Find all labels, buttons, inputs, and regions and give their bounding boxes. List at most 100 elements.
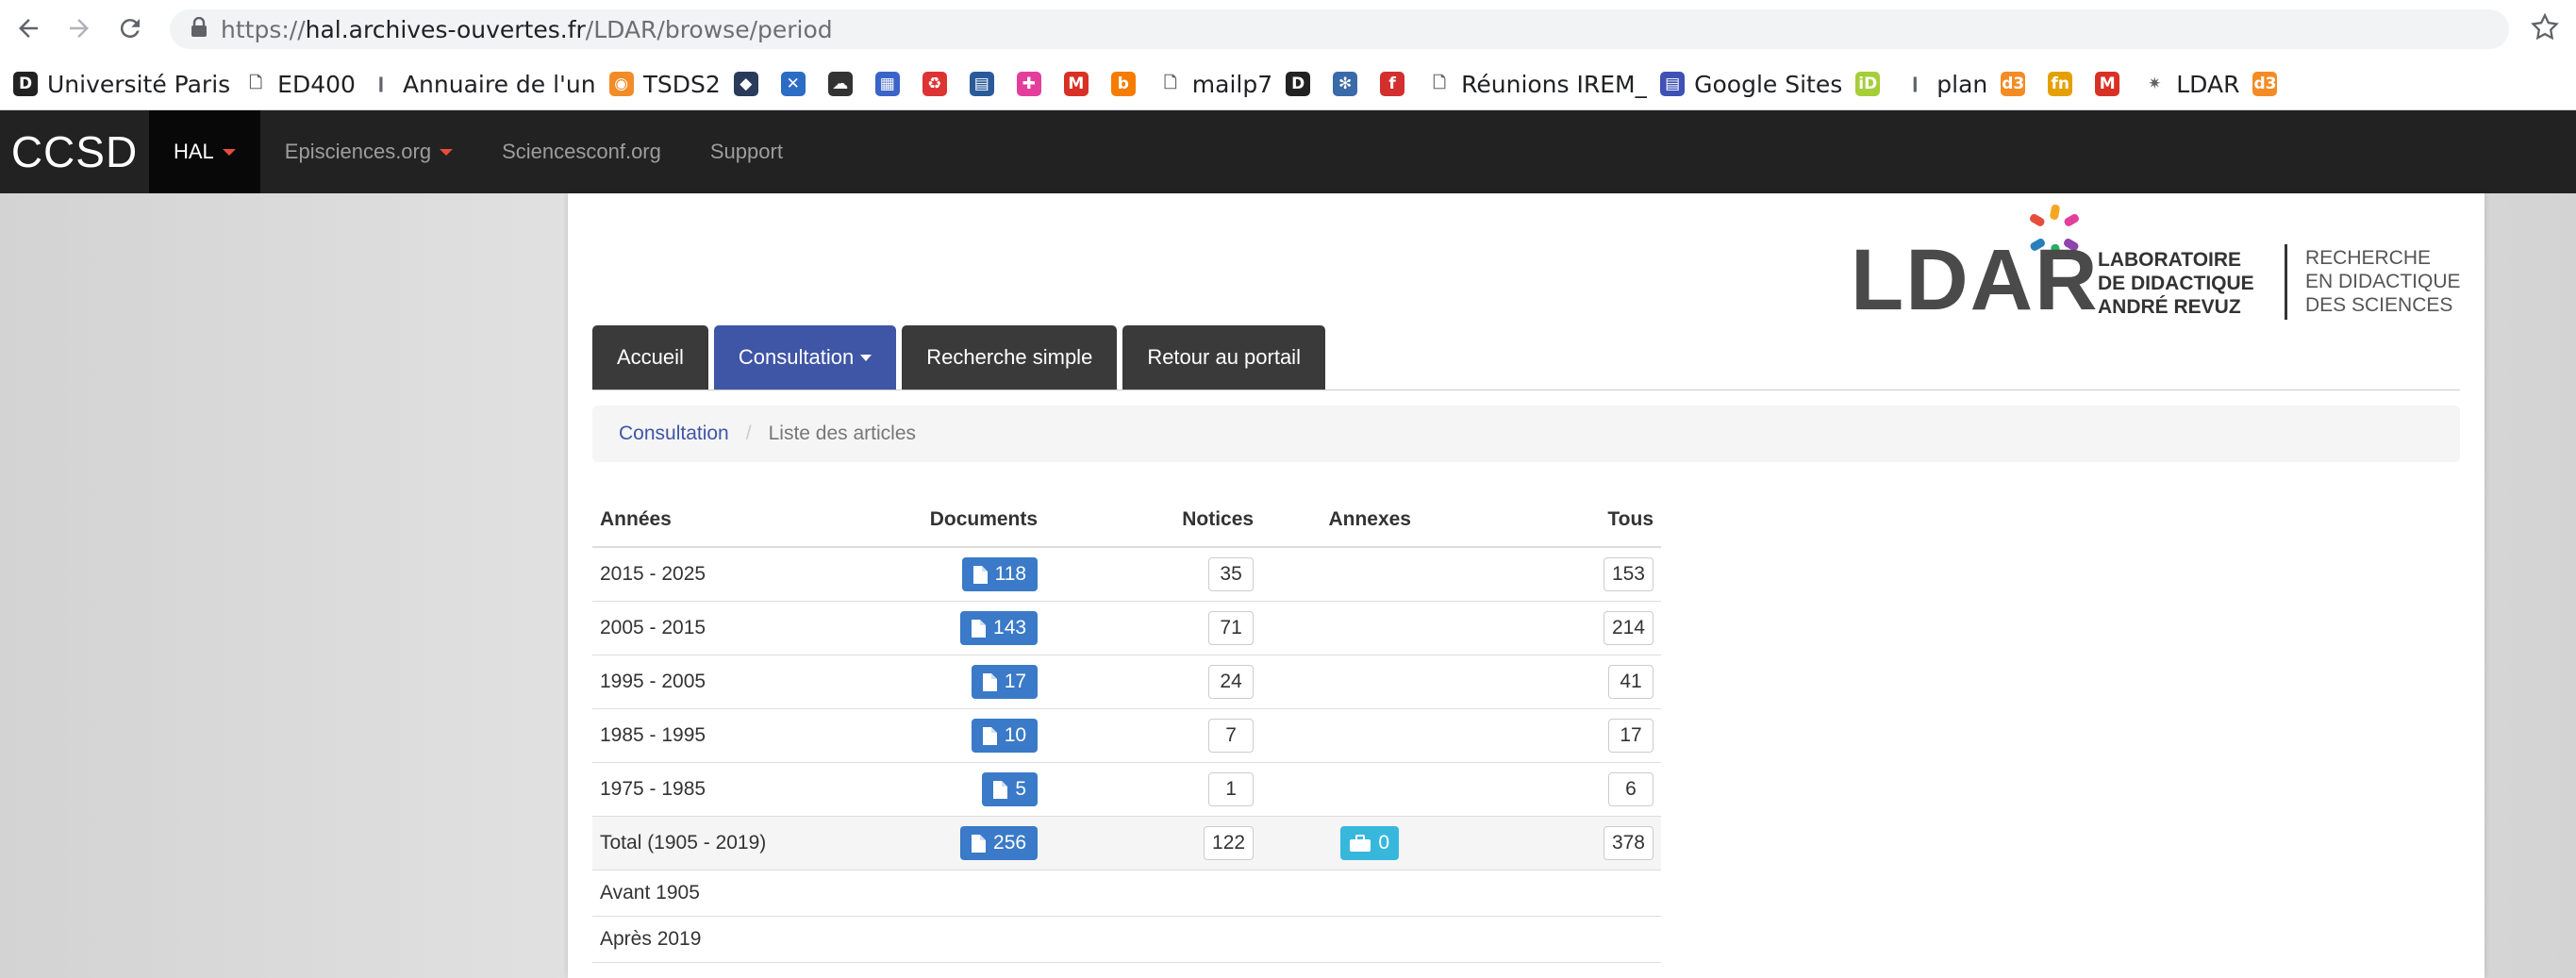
tab-label: Retour au portail <box>1147 345 1301 369</box>
cell-all: 153 <box>1478 547 1661 602</box>
gmail-icon: M <box>2095 72 2120 96</box>
documents-count: 5 <box>1015 778 1027 800</box>
annexes-count-button[interactable]: 0 <box>1340 826 1400 860</box>
all-count-button[interactable]: 6 <box>1608 772 1654 806</box>
bookmark-item[interactable]: ▦ <box>874 65 909 103</box>
bookmark-item[interactable]: ✻ <box>1333 65 1367 103</box>
bookmark-item[interactable]: ✷ LDAR <box>2142 65 2239 103</box>
bookmark-item[interactable]: D <box>1286 65 1320 103</box>
book-icon: ▤ <box>969 72 994 96</box>
documents-count: 118 <box>994 563 1027 585</box>
bookmark-item[interactable]: b <box>1110 65 1145 103</box>
nav-sciencesconf[interactable]: Sciencesconf.org <box>477 110 686 193</box>
years-label: 2015 - 2025 <box>600 563 706 585</box>
tab-label: Recherche simple <box>926 345 1093 369</box>
all-count-button[interactable]: 153 <box>1603 557 1654 591</box>
documents-count-button[interactable]: 17 <box>971 665 1039 699</box>
bookmark-item[interactable]: d3 <box>2001 65 2035 103</box>
ldar-tagline: RECHERCHE EN DIDACTIQUE DES SCIENCES <box>2305 246 2461 317</box>
documents-count-button[interactable]: 118 <box>961 557 1039 591</box>
documents-count-button[interactable]: 10 <box>971 719 1039 753</box>
nav-support[interactable]: Support <box>686 110 807 193</box>
nav-hal[interactable]: HAL <box>149 110 260 193</box>
url-bar[interactable]: https://hal.archives-ouvertes.fr/LDAR/br… <box>170 9 2509 49</box>
reload-button[interactable] <box>111 9 149 47</box>
notices-count-button[interactable]: 71 <box>1208 611 1255 645</box>
page-icon: 🗋 <box>1433 73 1446 92</box>
bookmark-item[interactable]: ▤ Google Sites <box>1660 65 1842 103</box>
documents-count: 256 <box>993 832 1027 854</box>
bookmark-item[interactable]: iD <box>1855 65 1889 103</box>
bookmark-item[interactable]: d3 <box>2252 65 2286 103</box>
cell-documents: 5 <box>808 762 1046 817</box>
chart-icon: ▦ <box>874 72 900 96</box>
bookmark-item[interactable]: 🗋 mailp7 <box>1158 65 1272 103</box>
bookmark-label: mailp7 <box>1191 70 1273 98</box>
bookmark-item[interactable]: ✚ <box>1016 65 1051 103</box>
caret-down-icon <box>440 148 454 156</box>
breadcrumb-consultation-link[interactable]: Consultation <box>619 423 729 445</box>
fork-icon: ǀ <box>1912 75 1919 93</box>
documents-count-button[interactable]: 5 <box>982 772 1039 806</box>
bookmark-label: Annuaire de l'un <box>402 70 596 98</box>
bookmark-item[interactable]: ◉ TSDS2 <box>608 65 721 103</box>
notices-count: 7 <box>1225 724 1237 746</box>
all-count-button[interactable]: 214 <box>1603 611 1654 645</box>
forward-button[interactable] <box>60 9 98 47</box>
snowflake-icon: ✻ <box>1333 72 1358 96</box>
nav-episciences[interactable]: Episciences.org <box>260 110 477 193</box>
cell-years: Total (1905 - 2019) <box>592 816 809 870</box>
all-count-button[interactable]: 17 <box>1608 719 1654 753</box>
tab-consultation[interactable]: Consultation <box>713 325 897 390</box>
table-total-row: Total (1905 - 2019) 256 122 0 378 <box>592 816 1661 870</box>
bookmark-item[interactable]: fn <box>2048 65 2082 103</box>
tab-retour-portail[interactable]: Retour au portail <box>1122 325 1325 390</box>
x-icon: ✕ <box>780 72 806 96</box>
back-button[interactable] <box>9 9 47 47</box>
ldar-logo[interactable]: LDAR LABORATOIRE DE DIDACTIQUE ANDRÉ REV… <box>1851 203 2464 325</box>
bookmark-item[interactable]: 🗋 ED400 <box>243 65 356 103</box>
d3-icon: d3 <box>2252 72 2278 96</box>
tab-recherche-simple[interactable]: Recherche simple <box>902 325 1118 390</box>
breadcrumb-separator: / <box>745 423 752 444</box>
all-count: 214 <box>1611 617 1645 638</box>
notices-count-button[interactable]: 7 <box>1208 719 1255 753</box>
page-icon: 🗋 <box>1163 73 1177 92</box>
bookmark-label: Google Sites <box>1694 70 1843 98</box>
ldar-lab-name: LABORATOIRE DE DIDACTIQUE ANDRÉ REVUZ <box>2098 248 2254 319</box>
url-host: hal.archives-ouvertes.fr <box>305 15 586 43</box>
bookmark-item[interactable]: ☁ <box>827 65 862 103</box>
bookmark-item[interactable]: ✕ <box>780 65 815 103</box>
bookmark-item[interactable]: ǀ plan <box>1903 65 1987 103</box>
cell-years: 1975 - 1985 <box>592 762 809 817</box>
notices-count-button[interactable]: 122 <box>1204 826 1255 860</box>
ccsd-logo[interactable]: CCSD <box>0 110 149 193</box>
notices-count-button[interactable]: 1 <box>1208 772 1255 806</box>
notices-count-button[interactable]: 24 <box>1208 665 1255 699</box>
bookmark-item[interactable]: ♻ <box>922 65 956 103</box>
table-row: 2005 - 2015 143 71 214 <box>592 601 1661 655</box>
years-label: 1995 - 2005 <box>600 671 706 692</box>
bookmark-item[interactable]: 🗋 Réunions IREM_ <box>1427 65 1647 103</box>
bookmark-item[interactable]: f <box>1380 65 1414 103</box>
all-count-button[interactable]: 378 <box>1603 826 1654 860</box>
arrow-right-icon <box>70 19 89 38</box>
recycle-icon: ♻ <box>922 72 947 96</box>
documents-count-button[interactable]: 143 <box>960 611 1039 645</box>
bookmarks-bar: D Université Paris 🗋 ED400 ǀ Annuaire de l'un… <box>0 58 2576 110</box>
lock-icon <box>191 16 208 43</box>
all-count-button[interactable]: 41 <box>1608 665 1654 699</box>
cell-notices: 35 <box>1045 547 1262 602</box>
bookmark-item[interactable]: ◆ <box>733 65 768 103</box>
bookmark-item[interactable]: ǀ Annuaire de l'un <box>369 65 596 103</box>
bookmark-item[interactable]: ▤ <box>969 65 1004 103</box>
years-label: Après 2019 <box>600 928 702 950</box>
notices-count-button[interactable]: 35 <box>1208 557 1255 591</box>
documents-count-button[interactable]: 256 <box>960 826 1039 860</box>
tab-accueil[interactable]: Accueil <box>592 325 708 390</box>
ldar-wordmark: LDAR <box>1851 232 2100 328</box>
bookmark-item[interactable]: D Université Paris <box>13 65 230 103</box>
bookmark-star-button[interactable] <box>2529 11 2565 47</box>
bookmark-item[interactable]: M <box>2095 65 2129 103</box>
bookmark-item[interactable]: M <box>1063 65 1098 103</box>
